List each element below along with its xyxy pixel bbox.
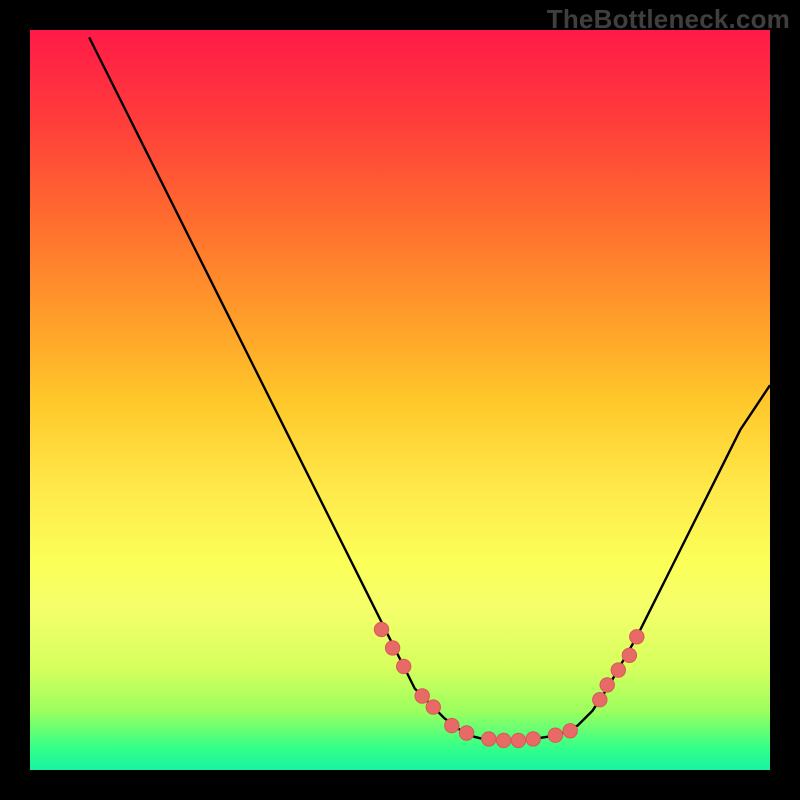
curve-dot xyxy=(397,659,411,673)
curve-dot xyxy=(526,732,540,746)
curve-path xyxy=(89,37,770,740)
curve-dot xyxy=(600,678,614,692)
curve-dot xyxy=(630,630,644,644)
curve-dot xyxy=(374,622,388,636)
curve-dot xyxy=(385,641,399,655)
curve-dot xyxy=(482,732,496,746)
curve-dot xyxy=(496,733,510,747)
plot-area xyxy=(30,30,770,770)
curve-dot xyxy=(593,693,607,707)
curve-dot xyxy=(415,689,429,703)
curve-dot xyxy=(511,733,525,747)
curve-dot xyxy=(563,724,577,738)
chart-container: TheBottleneck.com xyxy=(0,0,800,800)
curve-dot xyxy=(445,718,459,732)
curve-dot xyxy=(611,663,625,677)
bottleneck-curve xyxy=(30,30,770,770)
curve-dot xyxy=(426,700,440,714)
curve-dot xyxy=(622,648,636,662)
curve-dot xyxy=(548,728,562,742)
curve-dot xyxy=(459,726,473,740)
curve-dots xyxy=(374,622,644,747)
